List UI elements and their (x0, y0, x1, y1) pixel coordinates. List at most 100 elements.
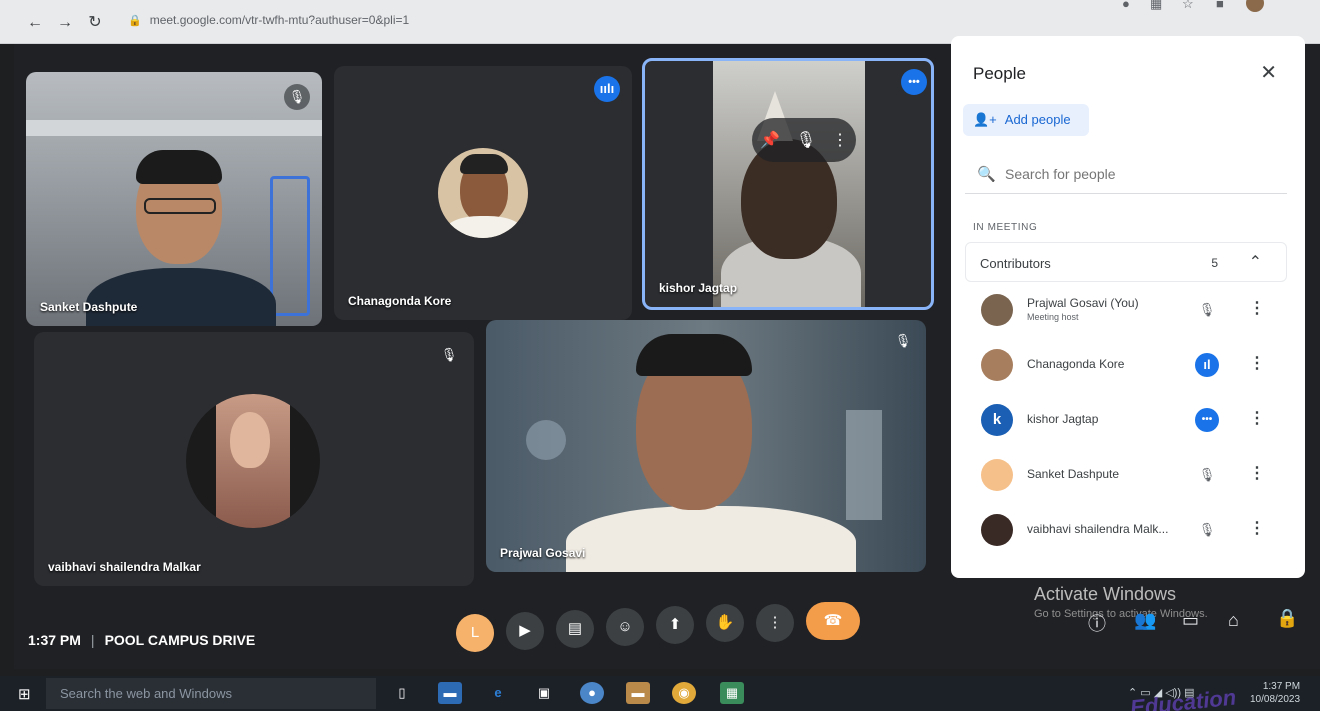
add-people-label: Add people (1004, 112, 1071, 127)
person-head (230, 412, 270, 468)
more-options-icon[interactable]: ••• (901, 69, 927, 95)
system-clock[interactable]: 1:37 PM 10/08/2023 (1250, 680, 1300, 706)
participant-name: Prajwal Gosavi (You) (1027, 296, 1139, 310)
emoji-icon[interactable]: ☺ (606, 608, 644, 646)
extension-icon[interactable]: ▦ (1150, 0, 1162, 12)
people-icon[interactable]: 👥 (1134, 610, 1156, 631)
add-people-button[interactable]: 👤+ Add people (963, 104, 1089, 136)
more-vert-icon[interactable]: ⋮ (1249, 463, 1265, 483)
close-icon[interactable]: ✕ (1260, 60, 1277, 85)
person-body (566, 506, 856, 572)
group-count: 5 (1211, 256, 1218, 270)
video-tile-chanagonda[interactable]: ıılı Chanagonda Kore (334, 66, 632, 320)
address-bar[interactable]: 🔒 meet.google.com/vtr-twfh-mtu?authuser=0… (128, 13, 409, 27)
avatar (981, 514, 1013, 546)
chrome-icon[interactable]: ◉ (672, 682, 696, 704)
participant-name: Sanket Dashpute (1027, 467, 1120, 481)
avatar (186, 394, 320, 528)
tile-hover-controls: 📌 🎙 ⋮ (752, 118, 856, 162)
activities-icon[interactable]: ⌂ (1228, 610, 1239, 631)
tile-name: Prajwal Gosavi (500, 546, 586, 560)
people-search[interactable]: 🔍 (965, 154, 1287, 194)
group-label: Contributors (980, 256, 1051, 271)
host-controls-icon[interactable]: 🔒 (1276, 608, 1298, 629)
mic-off-icon: 🎙 (284, 84, 310, 110)
bokeh-light (846, 410, 882, 520)
chat-icon[interactable]: ▭ (1182, 610, 1199, 631)
camera-icon[interactable]: ▶ (506, 612, 544, 650)
mic-off-icon: 🎙 (1198, 522, 1216, 537)
glasses (144, 198, 216, 214)
participant-row[interactable]: Chanagonda Kore ıl ⋮ (965, 341, 1287, 389)
background-frame (270, 176, 310, 316)
back-icon[interactable]: ← (26, 14, 44, 32)
app-icon[interactable]: ▦ (720, 682, 744, 704)
avatar (981, 349, 1013, 381)
task-view-icon[interactable]: ▯ (390, 682, 414, 704)
captions-icon[interactable]: ▤ (556, 610, 594, 648)
person-hair (136, 150, 222, 184)
avatar: k (981, 404, 1013, 436)
profile-avatar[interactable] (1246, 0, 1264, 12)
video-tile-kishor[interactable]: ••• kishor Jagtap (642, 58, 934, 310)
pin-icon[interactable]: 📌 (760, 130, 780, 150)
store-icon[interactable]: ▣ (532, 682, 556, 704)
contributors-group[interactable]: Contributors 5 ⌃ (965, 242, 1287, 282)
avatar (981, 294, 1013, 326)
speaking-icon: ıl (1195, 353, 1219, 377)
url-text: meet.google.com/vtr-twfh-mtu?authuser=0&… (149, 13, 410, 27)
participant-row[interactable]: k kishor Jagtap ••• ⋮ (965, 396, 1287, 444)
reload-icon[interactable]: ↻ (86, 14, 104, 32)
edge-icon[interactable]: e (486, 682, 510, 704)
ceiling-light (26, 120, 322, 136)
forward-icon[interactable]: → (56, 14, 74, 32)
tile-name: Chanagonda Kore (348, 294, 452, 308)
raise-hand-icon[interactable]: ✋ (706, 604, 744, 642)
more-options-icon[interactable]: ••• (1195, 408, 1219, 432)
people-panel: People ✕ 👤+ Add people 🔍 IN MEETING Contr… (951, 36, 1305, 578)
more-vert-icon[interactable]: ⋮ (1249, 408, 1265, 428)
file-explorer-icon[interactable]: ▬ (438, 682, 462, 704)
video-tile-prajwal[interactable]: 🎙 Prajwal Gosavi (486, 320, 926, 572)
person-hair (460, 154, 508, 174)
tile-name: Sanket Dashpute (40, 300, 138, 314)
chevron-up-icon[interactable]: ⌃ (1249, 252, 1262, 272)
search-input[interactable] (1005, 162, 1275, 186)
participant-row[interactable]: vaibhavi shailendra Malk... 🎙 ⋮ (965, 506, 1287, 554)
video-tile-sanket[interactable]: 🎙 Sanket Dashpute (26, 72, 322, 326)
more-vert-icon[interactable]: ⋮ (1249, 298, 1265, 318)
hang-up-button[interactable]: ☎ (806, 602, 860, 640)
more-vert-icon[interactable]: ⋮ (1249, 353, 1265, 373)
participant-name: Chanagonda Kore (1027, 357, 1125, 371)
photos-icon[interactable]: ▬ (626, 682, 650, 704)
tile-name: vaibhavi shailendra Malkar (48, 560, 201, 574)
clock-date: 10/08/2023 (1250, 694, 1301, 705)
more-vert-icon[interactable]: ⋮ (832, 130, 848, 150)
avatar (438, 148, 528, 238)
mute-icon[interactable]: 🎙 (796, 130, 816, 150)
video-feed (713, 61, 865, 307)
windows-taskbar: ⊞ Search the web and Windows ▯ ▬ e ▣ ● ▬… (0, 676, 1320, 711)
media-icon[interactable]: ● (580, 682, 604, 704)
window-icon[interactable]: ■ (1216, 0, 1224, 11)
participant-name: vaibhavi shailendra Malk... (1027, 522, 1169, 536)
participant-row[interactable]: Prajwal Gosavi (You) Meeting host 🎙 ⋮ (965, 286, 1287, 334)
avatar (981, 459, 1013, 491)
mic-off-icon: 🎙 (1198, 302, 1216, 317)
section-label: IN MEETING (973, 222, 1038, 233)
participant-role: Meeting host (1027, 312, 1079, 322)
more-vert-icon[interactable]: ⋮ (1249, 518, 1265, 538)
person-body (86, 268, 276, 326)
star-icon[interactable]: ☆ (1182, 0, 1194, 12)
participant-row[interactable]: Sanket Dashpute 🎙 ⋮ (965, 451, 1287, 499)
windows-start-icon[interactable]: ⊞ (18, 685, 31, 703)
more-vert-icon[interactable]: ⋮ (756, 604, 794, 642)
taskbar-search[interactable]: Search the web and Windows (46, 678, 376, 709)
present-icon[interactable]: ⬆ (656, 606, 694, 644)
info-icon[interactable]: ⓘ (1088, 610, 1106, 636)
user-avatar[interactable]: L (456, 614, 494, 652)
lock-icon: 🔒 (128, 15, 142, 27)
video-tile-vaibhavi[interactable]: 🎙 vaibhavi shailendra Malkar (34, 332, 474, 586)
mic-off-icon: 🎙 (1198, 467, 1216, 482)
cast-icon[interactable]: ● (1122, 0, 1130, 11)
